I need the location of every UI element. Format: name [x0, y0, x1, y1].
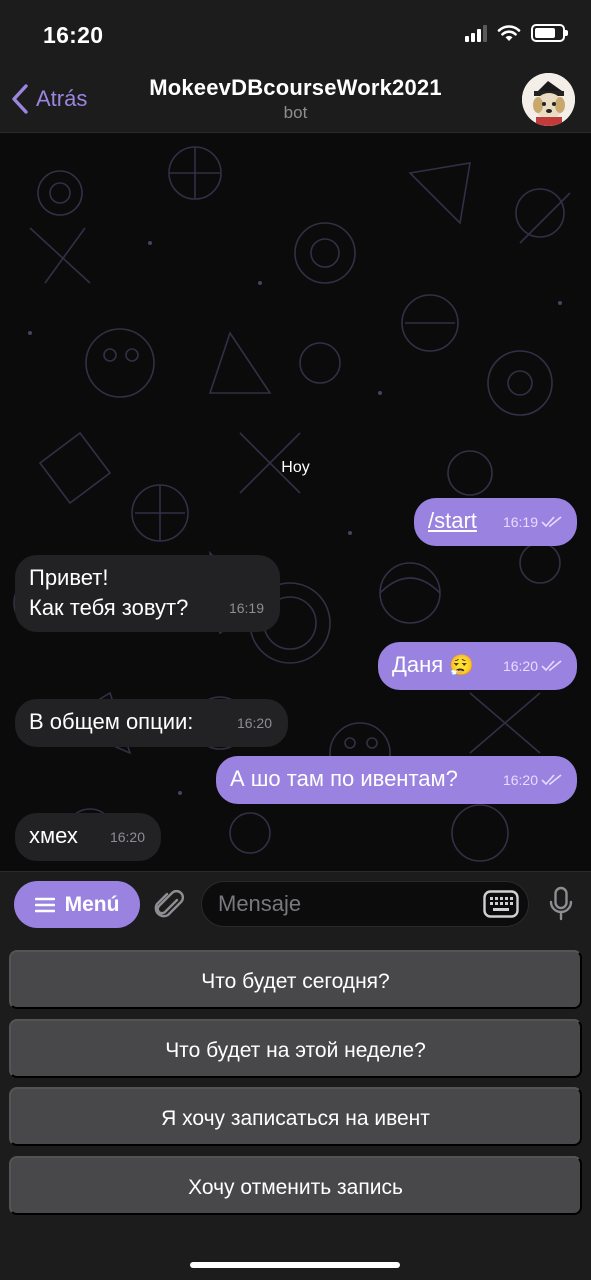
back-label: Atrás	[36, 86, 88, 111]
avatar-image	[522, 73, 575, 126]
message-outgoing[interactable]: /start 16:19	[414, 498, 577, 546]
message-time: 16:19	[228, 600, 264, 616]
chevron-left-icon	[12, 84, 28, 114]
emoji: 😮‍💨	[449, 655, 475, 677]
double-check-icon	[541, 516, 562, 528]
back-button[interactable]: Atrás	[10, 83, 87, 115]
chat-title-block: MokeevDBcourseWork2021 bot	[0, 75, 591, 123]
message-meta: 16:20	[237, 708, 272, 738]
message-meta: 16:20	[110, 822, 145, 852]
message-meta: 16:20	[503, 651, 563, 681]
status-time: 16:20	[43, 22, 104, 48]
bot-keyboard: Что будет сегодня? Что будет на этой нед…	[0, 936, 591, 1280]
signal-icon	[465, 24, 487, 42]
menu-label: Menú	[64, 892, 120, 916]
message-incoming[interactable]: хмех 16:20	[15, 813, 161, 861]
double-check-icon	[541, 660, 562, 672]
message-meta: 16:19	[503, 507, 563, 537]
message-text-line: Привет!	[29, 565, 109, 590]
bot-avatar[interactable]	[522, 73, 575, 126]
home-indicator[interactable]	[190, 1262, 400, 1268]
message-input-bar: Menú	[0, 871, 591, 936]
keyboard-button-week[interactable]: Что будет на этой неделе?	[9, 1019, 582, 1078]
chat-history[interactable]: Hoy /start 16:19 Привет! Как тебя зовут?…	[0, 133, 591, 871]
message-time: 16:20	[502, 772, 538, 788]
message-text: В общем опции:	[29, 709, 194, 734]
command-link[interactable]: /start	[428, 508, 477, 533]
microphone-icon[interactable]	[548, 886, 574, 922]
message-meta: 16:20	[503, 765, 563, 795]
keyboard-icon[interactable]	[483, 890, 519, 918]
message-input[interactable]	[201, 881, 529, 927]
message-time: 16:19	[502, 514, 538, 530]
message-text: А шо там по ивентам?	[230, 766, 458, 791]
message-text: Даня	[392, 652, 444, 677]
keyboard-button-signup[interactable]: Я хочу записаться на ивент	[9, 1087, 582, 1146]
chat-subtitle: bot	[283, 103, 308, 122]
keyboard-button-cancel[interactable]: Хочу отменить запись	[9, 1156, 582, 1215]
message-outgoing[interactable]: Даня 😮‍💨 16:20	[378, 642, 577, 690]
message-outgoing[interactable]: А шо там по ивентам? 16:20	[216, 756, 577, 804]
message-incoming[interactable]: Привет! Как тебя зовут? 16:19	[15, 555, 280, 632]
chat-header: Atrás MokeevDBcourseWork2021 bot	[0, 66, 591, 133]
wifi-icon	[497, 25, 521, 41]
keyboard-button-today[interactable]: Что будет сегодня?	[9, 950, 582, 1009]
message-incoming[interactable]: В общем опции: 16:20	[15, 699, 288, 747]
status-icons	[465, 24, 568, 42]
message-time: 16:20	[502, 658, 538, 674]
hamburger-icon	[34, 897, 55, 912]
double-check-icon	[541, 774, 562, 786]
message-meta: 16:19	[229, 593, 264, 623]
message-text: хмех	[29, 823, 78, 848]
status-bar: 16:20	[0, 0, 591, 66]
message-time: 16:20	[109, 829, 145, 845]
date-separator: Hoy	[281, 459, 310, 476]
message-time: 16:20	[236, 715, 272, 731]
chat-title: MokeevDBcourseWork2021	[149, 75, 442, 100]
bot-menu-button[interactable]: Menú	[14, 881, 140, 928]
battery-icon	[531, 24, 568, 42]
paperclip-icon[interactable]	[150, 886, 188, 924]
